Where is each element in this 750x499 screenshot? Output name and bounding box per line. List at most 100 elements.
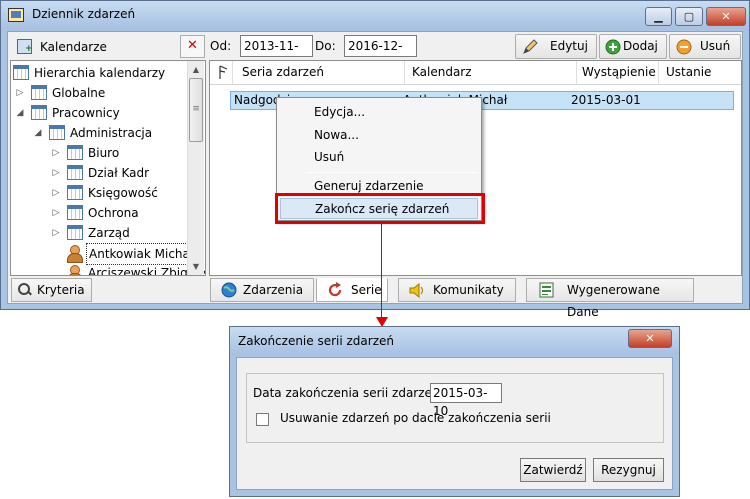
menu-separator [307,172,477,173]
plus-circle-icon [605,39,621,55]
from-date-field[interactable]: 2013-11-25 [240,35,313,73]
delete-button-label: Usuń [700,39,731,53]
calendar-icon [67,225,83,240]
maximize-button[interactable]: ▢ [675,7,703,26]
end-date-field[interactable]: 2015-03-10 [430,383,502,418]
dialog-body: Data zakończenia serii zdarzeń: 2015-03-… [236,357,673,490]
column-separator [576,61,577,84]
col-header-end[interactable]: Ustanie [666,65,711,79]
title-bar: Dziennik zdarzeń ▁ ▢ ✕ [1,1,749,29]
annotation-arrow [381,224,382,318]
cancel-button[interactable]: Rezygnuj [593,458,664,482]
person-icon [67,265,83,275]
collapse-arrow-icon[interactable]: ◢ [33,123,43,143]
calendar-icon [31,105,47,120]
expand-arrow-icon[interactable]: ▷ [51,223,61,243]
close-button[interactable]: ✕ [706,7,746,26]
edit-button-label: Edytuj [550,39,588,53]
menu-item-usun[interactable]: Usuń [280,147,478,168]
calendar-icon [67,185,83,200]
tab-label: Wygenerowane Dane [567,283,660,319]
cell-occurrence: 2015-03-01 [571,93,641,107]
expand-arrow-icon[interactable]: ▷ [51,163,61,183]
scroll-up-icon[interactable]: ▲ [188,61,204,78]
app-icon [8,8,24,22]
col-header-series[interactable]: Seria zdarzeń [242,65,324,79]
speaker-icon [409,283,423,298]
scroll-down-icon[interactable]: ▼ [188,258,204,275]
delete-button[interactable]: Usuń [669,34,741,59]
window-title: Dziennik zdarzeń [32,7,136,21]
expand-arrow-icon[interactable]: ▷ [15,83,25,103]
add-button[interactable]: Dodaj [599,34,667,59]
tree-item-label: Księgowość [88,186,158,200]
tree-item-label: Antkowiak Michał [86,243,197,265]
calendar-icon [67,165,83,180]
tab-wygenerowane-dane[interactable]: Wygenerowane Dane [526,278,694,319]
tree-item-label: Hierarchia kalendarzy [34,66,166,80]
edit-button[interactable]: Edytuj [515,34,597,59]
to-label: Do: [315,39,336,53]
expand-arrow-icon[interactable]: ▷ [51,143,61,163]
column-separator [404,61,405,84]
from-label: Od: [210,39,232,53]
criteria-button-label: Kryteria [37,283,85,297]
calendar-icon [67,145,83,160]
data-sheet-icon [539,282,554,298]
scrollbar-thumb[interactable]: ≡ [189,78,203,142]
pencil-icon [523,39,538,54]
search-icon [18,283,30,295]
expand-arrow-icon[interactable]: ▷ [51,183,61,203]
highlight-box [275,193,485,224]
collapse-arrow-icon[interactable]: ◢ [15,103,25,123]
tree-item-label: Pracownicy [52,106,120,120]
globe-icon [221,282,237,298]
delete-after-end-label[interactable]: Usuwanie zdarzeń po dacie zakończenia se… [280,411,551,425]
to-date-field[interactable]: 2016-12-29 [344,35,417,73]
grid-header: Seria zdarzeń Kalendarz Wystąpienie Usta… [210,61,741,85]
tab-komunikaty[interactable]: Komunikaty [398,278,516,302]
calendar-icon [67,205,83,220]
person-icon [67,245,83,263]
expand-arrow-icon[interactable]: ▷ [51,203,61,223]
pin-icon [219,65,228,79]
calendars-header-label: Kalendarze [40,40,107,54]
tab-label: Komunikaty [433,283,504,297]
col-header-calendar[interactable]: Kalendarz [412,65,472,79]
minimize-button[interactable]: ▁ [645,7,672,26]
clear-calendar-button[interactable]: ✕ [180,35,205,58]
dialog-title: Zakończenie serii zdarzeń [238,334,394,348]
calendar-add-icon [17,39,33,54]
menu-item-nowa[interactable]: Nowa... [280,125,478,146]
tab-label: Serie [351,283,382,297]
tab-label: Zdarzenia [243,283,304,297]
calendar-tree[interactable]: Hierarchia kalendarzy ▷ Globalne ◢ Praco… [10,60,206,276]
tab-serie[interactable]: Serie [316,278,388,302]
end-date-label: Data zakończenia serii zdarzeń: [253,386,444,400]
end-series-dialog: Zakończenie serii zdarzeń ✕ Data zakończ… [229,326,680,497]
column-separator [232,61,233,84]
tree-item-label: Dział Kadr [88,166,150,180]
calendar-icon [49,125,65,140]
column-separator [658,61,659,84]
tree-item-label: Zarząd [88,226,130,240]
dialog-close-button[interactable]: ✕ [628,329,672,348]
tree-item-label: Biuro [88,146,120,160]
confirm-button[interactable]: Zatwierdź [520,458,586,482]
criteria-button[interactable]: Kryteria [11,278,92,302]
calendar-icon [13,65,29,80]
tree-item-label: Globalne [52,86,106,100]
refresh-icon [328,282,342,297]
tree-item-label: Ochrona [88,206,139,220]
calendars-header: Kalendarze ✕ [10,34,206,59]
tab-zdarzenia[interactable]: Zdarzenia [210,278,314,302]
tree-item-label: Administracja [70,126,153,140]
minus-circle-icon [676,39,692,55]
delete-after-end-checkbox[interactable] [256,413,269,426]
dialog-title-bar: Zakończenie serii zdarzeń ✕ [230,327,679,355]
menu-item-edycja[interactable]: Edycja... [280,102,478,123]
add-button-label: Dodaj [623,39,658,53]
calendar-icon [31,85,47,100]
tree-scrollbar[interactable]: ▲ ≡ ▼ [187,61,204,275]
col-header-occurrence[interactable]: Wystąpienie [582,65,656,79]
